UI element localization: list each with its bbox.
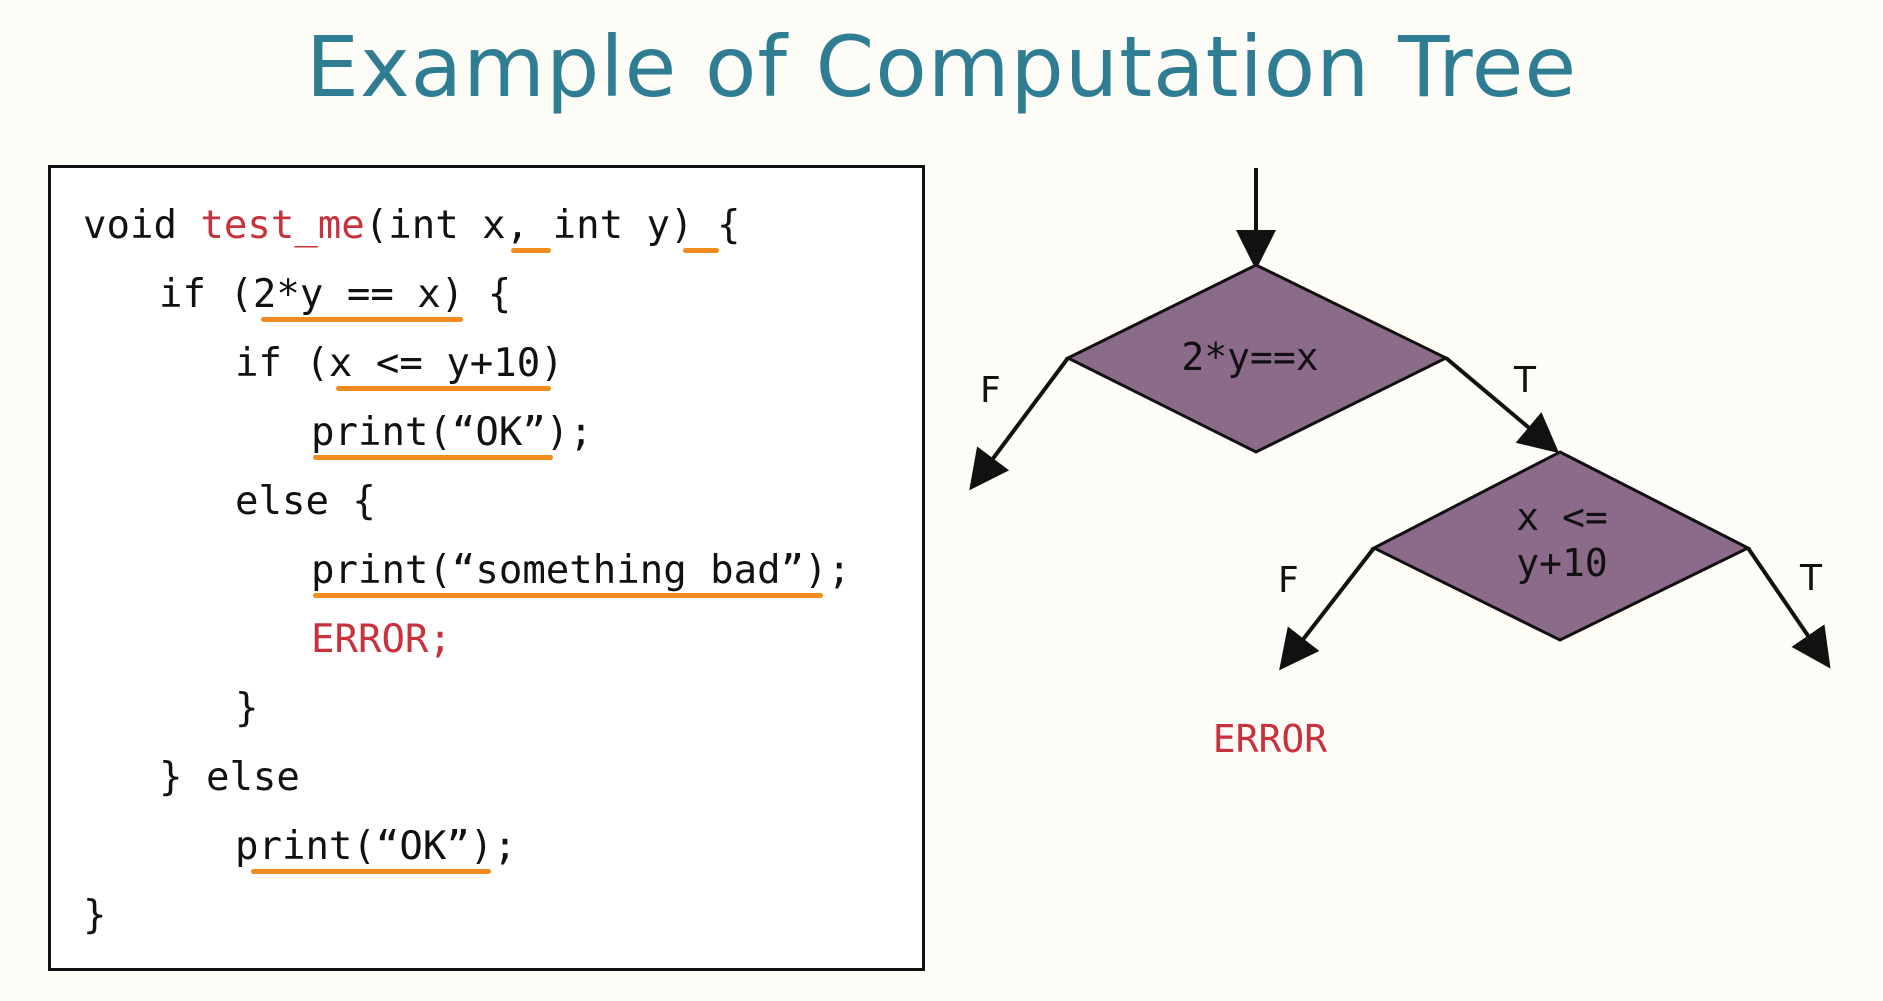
error-leaf-label: ERROR: [1213, 717, 1328, 761]
decision-node-1-label: 2*y==x: [1181, 335, 1318, 379]
false-label-2: F: [1278, 560, 1299, 601]
decision-node-2-label-line2: y+10: [1516, 541, 1608, 585]
computation-tree: 2*y==x F T x <= y+10 F T ERROR: [969, 168, 1831, 761]
true-label-2: T: [1799, 558, 1823, 599]
decision-node-2-label-line1: x <=: [1516, 495, 1608, 539]
false-label-1: F: [980, 370, 1001, 411]
true-arrow-1: [1444, 356, 1560, 454]
true-label-1: T: [1513, 360, 1537, 401]
